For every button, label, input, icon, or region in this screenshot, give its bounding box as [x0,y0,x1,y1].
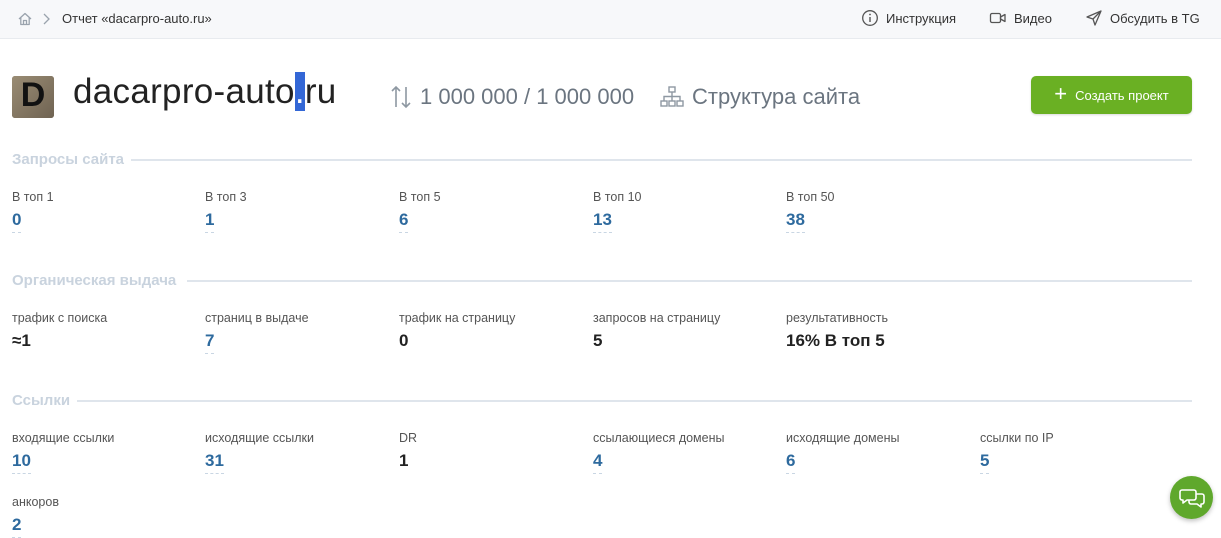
plus-icon: + [1054,81,1068,106]
metric-top1: В топ 1 0 [12,190,202,233]
domain-selected-text: . [294,72,305,111]
chat-widget-button[interactable] [1170,476,1213,519]
domain-title: dacarpro-auto.ru [73,72,337,112]
info-icon [862,10,878,26]
metric-value[interactable]: 10 [12,451,31,474]
metric-traffic-per-page: трафик на страницу 0 [399,311,589,353]
metric-value[interactable]: 0 [12,210,22,233]
section-title-links: Ссылки [12,392,71,409]
discuss-label: Обсудить в TG [1110,10,1200,26]
metric-value[interactable]: 7 [205,331,215,354]
section-divider [187,280,1192,282]
metric-value: 0 [399,331,409,350]
metric-label: исходящие ссылки [205,431,315,445]
metric-label: В топ 10 [593,190,642,204]
metric-value[interactable]: 4 [593,451,603,474]
domain-suffix: ru [304,72,337,111]
video-label: Видео [1014,10,1052,26]
site-favicon: D [12,76,54,118]
metric-label: трафик с поиска [12,311,108,325]
metric-dr: DR 1 [399,431,589,473]
instruction-link[interactable]: Инструкция [861,9,956,27]
metric-value[interactable]: 6 [399,210,409,233]
metric-pages-in-serp: страниц в выдаче 7 [205,311,395,354]
metric-label: исходящие домены [786,431,900,445]
metric-label: трафик на страницу [399,311,516,325]
discuss-tg-link[interactable]: Обсудить в TG [1085,9,1200,27]
chevron-right-icon [43,13,50,25]
metric-top3: В топ 3 1 [205,190,395,233]
metric-queries-per-page: запросов на страницу 5 [593,311,783,353]
metric-label: входящие ссылки [12,431,115,445]
metric-value[interactable]: 5 [980,451,990,474]
structure-label: Структура сайта [692,84,861,109]
sitemap-icon [660,86,684,107]
site-structure-link[interactable]: Структура сайта [660,84,860,110]
send-icon [1086,10,1102,26]
metric-value[interactable]: 31 [205,451,224,474]
limit-value: 1 000 000 / 1 000 000 [420,84,635,109]
metric-search-traffic: трафик с поиска ≈1 [12,311,202,353]
metric-incoming-links: входящие ссылки 10 [12,431,202,474]
metric-links-by-ip: ссылки по IP 5 [980,431,1170,474]
create-project-button[interactable]: + Создать проект [1031,76,1192,114]
limit-counter: 1 000 000 / 1 000 000 [389,84,634,110]
metric-value: 16% В топ 5 [786,331,885,350]
domain-prefix: dacarpro-auto [73,72,295,111]
breadcrumb: Отчет «dacarpro-auto.ru» [62,11,212,26]
metric-label: страниц в выдаче [205,311,309,325]
metric-label: запросов на страницу [593,311,721,325]
home-icon[interactable] [17,11,33,27]
metric-label: В топ 1 [12,190,54,204]
metric-label: ссылки по IP [980,431,1054,445]
sort-arrows-icon [391,85,411,109]
metric-outgoing-domains: исходящие домены 6 [786,431,976,474]
video-icon [989,12,1006,24]
metric-label: В топ 3 [205,190,247,204]
section-title-queries: Запросы сайта [12,151,125,168]
metric-effectiveness: результативность 16% В топ 5 [786,311,976,353]
metric-outgoing-links: исходящие ссылки 31 [205,431,395,474]
metric-value: 1 [399,451,409,470]
metric-label: ссылающиеся домены [593,431,725,445]
metric-value[interactable]: 6 [786,451,796,474]
metric-label: В топ 50 [786,190,835,204]
metric-value: ≈1 [12,331,31,350]
section-divider [77,400,1192,402]
video-link[interactable]: Видео [989,9,1052,27]
metric-value[interactable]: 13 [593,210,612,233]
metric-anchors: анкоров 2 [12,495,202,538]
section-divider [131,159,1192,161]
create-project-label: Создать проект [1075,87,1169,103]
instruction-label: Инструкция [886,10,956,26]
metric-value: 5 [593,331,603,350]
metric-top50: В топ 50 38 [786,190,976,233]
metric-label: DR [399,431,418,445]
metric-value[interactable]: 2 [12,515,22,538]
metric-value[interactable]: 1 [205,210,215,233]
metric-top5: В топ 5 6 [399,190,589,233]
metric-label: анкоров [12,495,59,509]
chat-icon [1178,488,1205,508]
top-bar: Отчет «dacarpro-auto.ru» Инструкция Виде… [0,0,1221,39]
metric-value[interactable]: 38 [786,210,805,233]
favicon-letter: D [12,76,54,118]
metric-label: В топ 5 [399,190,441,204]
metric-referring-domains: ссылающиеся домены 4 [593,431,783,474]
metric-top10: В топ 10 13 [593,190,783,233]
metric-label: результативность [786,311,888,325]
section-title-organic: Органическая выдача [12,272,177,289]
